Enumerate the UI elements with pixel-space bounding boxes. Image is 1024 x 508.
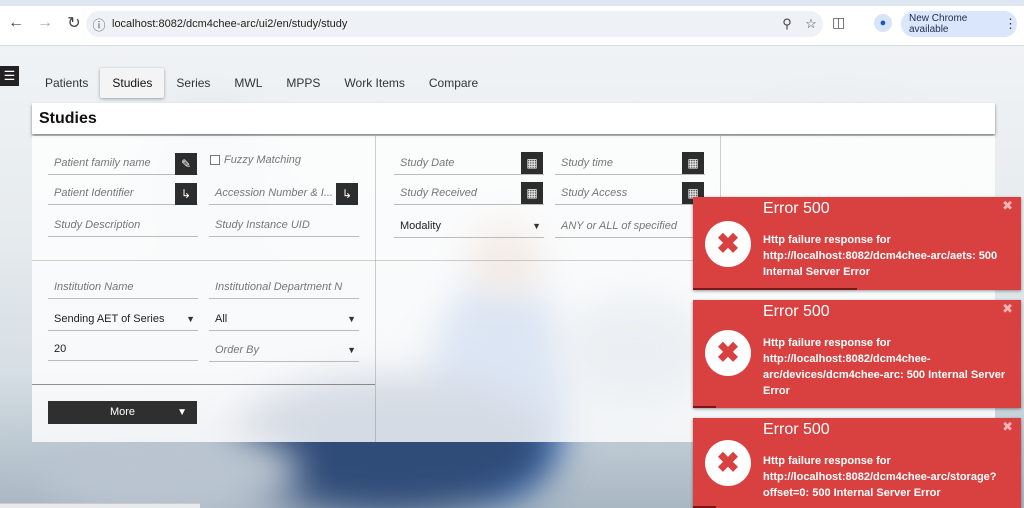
- tab-mpps[interactable]: MPPS: [274, 68, 332, 98]
- section-divider: [32, 384, 375, 385]
- reload-icon[interactable]: ↻: [61, 10, 87, 36]
- limit-input[interactable]: 20: [48, 337, 198, 361]
- study-instance-uid-input[interactable]: Study Instance UID: [209, 213, 359, 237]
- chevron-down-icon: ▼: [186, 314, 195, 324]
- error-x-icon: ✖: [705, 330, 751, 376]
- zoom-icon[interactable]: ⚲: [775, 16, 799, 32]
- calendar-icon[interactable]: ▦: [521, 152, 543, 174]
- sending-aet-value: All: [215, 313, 228, 325]
- tab-work-items[interactable]: Work Items: [332, 68, 416, 98]
- chevron-down-icon: ▼: [347, 314, 356, 324]
- page-title: Studies: [32, 103, 995, 134]
- any-or-all-select[interactable]: ANY or ALL of specified: [555, 214, 695, 238]
- bookmark-star-icon[interactable]: ☆: [799, 16, 823, 32]
- chevron-down-icon: ▼: [177, 407, 187, 418]
- toast-progress-bar: [693, 406, 716, 408]
- main-tabs: Patients Studies Series MWL MPPS Work It…: [33, 68, 490, 98]
- issuer-arrow-icon[interactable]: ↳: [175, 183, 197, 205]
- calendar-icon[interactable]: ▦: [682, 152, 704, 174]
- edit-pencil-icon[interactable]: ✎: [175, 153, 197, 175]
- error-toast[interactable]: ✖ Error 500 Http failure response for ht…: [693, 418, 1021, 508]
- issuer-arrow-icon[interactable]: ↳: [336, 183, 358, 205]
- modality-select[interactable]: Modality ▼: [394, 214, 544, 238]
- modality-label: Modality: [400, 220, 441, 232]
- tab-mwl[interactable]: MWL: [222, 68, 274, 98]
- error-x-icon: ✖: [705, 440, 751, 486]
- toast-title: Error 500: [763, 303, 830, 320]
- tab-strip: [0, 0, 1024, 6]
- tab-patients[interactable]: Patients: [33, 68, 100, 98]
- forward-arrow-icon[interactable]: →: [32, 10, 58, 36]
- toast-message: Http failure response for http://localho…: [763, 337, 1006, 397]
- more-button-label: More: [109, 406, 136, 418]
- update-chrome-button[interactable]: New Chrome available ⋮: [901, 11, 1017, 37]
- close-icon[interactable]: ✖: [1002, 198, 1013, 214]
- study-description-input[interactable]: Study Description: [48, 213, 198, 237]
- sending-aet-label: Sending AET of Series: [54, 313, 165, 325]
- toast-title: Error 500: [763, 200, 830, 217]
- toast-message: Http failure response for http://localho…: [763, 455, 997, 499]
- chevron-down-icon: ▼: [347, 345, 356, 355]
- tab-series[interactable]: Series: [164, 68, 222, 98]
- order-by-label: Order By: [215, 344, 260, 356]
- site-info-icon[interactable]: ⓘ: [86, 15, 112, 34]
- more-menu-icon[interactable]: ⋮: [1004, 16, 1017, 32]
- error-x-icon: ✖: [705, 221, 751, 267]
- toast-message: Http failure response for http://localho…: [763, 234, 998, 278]
- fuzzy-matching-label: Fuzzy Matching: [224, 154, 302, 166]
- order-by-select[interactable]: Order By ▼: [209, 338, 359, 362]
- institution-name-input[interactable]: Institution Name: [48, 275, 198, 299]
- calendar-icon[interactable]: ▦: [521, 182, 543, 204]
- close-icon[interactable]: ✖: [1002, 419, 1013, 435]
- menu-hamburger-icon[interactable]: ☰: [0, 66, 19, 86]
- sending-aet-select[interactable]: Sending AET of Series ▼: [48, 307, 198, 331]
- error-toast[interactable]: ✖ Error 500 Http failure response for ht…: [693, 197, 1021, 290]
- sending-aet-value-select[interactable]: All ▼: [209, 307, 359, 331]
- accession-number-input[interactable]: Accession Number & I...: [209, 181, 333, 205]
- toast-progress-bar: [693, 288, 857, 290]
- column-divider: [375, 136, 376, 442]
- close-icon[interactable]: ✖: [1002, 301, 1013, 317]
- url-text: localhost:8082/dcm4chee-arc/ui2/en/study…: [112, 18, 348, 30]
- extensions-icon[interactable]: ◫: [832, 14, 845, 31]
- tab-compare[interactable]: Compare: [417, 68, 490, 98]
- update-chrome-label: New Chrome available: [909, 13, 968, 35]
- more-button[interactable]: More ▼: [48, 401, 197, 424]
- chevron-down-icon: ▼: [532, 221, 541, 231]
- institutional-department-input[interactable]: Institutional Department N: [209, 275, 359, 299]
- toast-title: Error 500: [763, 421, 830, 438]
- status-bar: [0, 503, 200, 508]
- tab-studies[interactable]: Studies: [100, 68, 165, 98]
- error-toast[interactable]: ✖ Error 500 Http failure response for ht…: [693, 300, 1021, 408]
- profile-icon[interactable]: ●: [874, 14, 892, 32]
- section-divider: [32, 260, 722, 261]
- back-arrow-icon[interactable]: ←: [3, 10, 29, 36]
- address-bar[interactable]: ⓘ localhost:8082/dcm4chee-arc/ui2/en/stu…: [86, 11, 823, 37]
- browser-toolbar: ← → ↻ ⓘ localhost:8082/dcm4chee-arc/ui2/…: [0, 0, 1024, 46]
